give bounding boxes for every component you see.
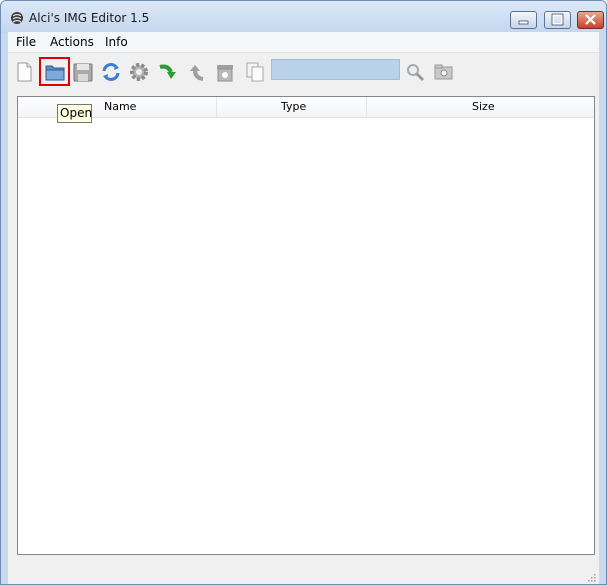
search-input[interactable]: [271, 59, 400, 80]
settings-icon: [130, 63, 148, 81]
minimize-button[interactable]: [510, 11, 537, 29]
maximize-icon: [551, 13, 564, 26]
window-title: Alci's IMG Editor 1.5: [29, 11, 150, 25]
settings-button[interactable]: [126, 59, 152, 85]
resize-grip-icon[interactable]: [586, 572, 596, 582]
column-size-label: Size: [472, 100, 495, 113]
column-name-label: Name: [104, 100, 137, 113]
save-button[interactable]: [70, 59, 96, 85]
minimize-icon: [518, 20, 529, 25]
column-type[interactable]: Type: [217, 97, 367, 117]
column-header: Name Type Size: [18, 97, 594, 118]
open-tooltip: Open: [57, 104, 92, 123]
delete-icon: [217, 65, 233, 82]
menu-file[interactable]: File: [16, 35, 36, 49]
delete-button[interactable]: [212, 59, 238, 85]
export-icon: [190, 65, 204, 81]
new-icon: [17, 62, 32, 82]
find-button[interactable]: [430, 59, 456, 85]
menu-bar: File Actions Info: [8, 32, 599, 53]
app-icon: [11, 12, 23, 24]
title-bar[interactable]: Alci's IMG Editor 1.5: [1, 1, 606, 33]
tooltip-text: Open: [60, 106, 93, 120]
open-icon: [45, 65, 65, 81]
column-name[interactable]: Name: [18, 97, 217, 117]
open-button[interactable]: [39, 57, 70, 86]
status-bar: [8, 561, 599, 584]
find-icon: [434, 64, 453, 80]
menu-actions[interactable]: Actions: [50, 35, 94, 49]
magnifier-icon: [407, 64, 425, 82]
toolbar: [8, 54, 599, 88]
column-type-label: Type: [281, 100, 307, 113]
column-size[interactable]: Size: [367, 97, 594, 117]
file-list[interactable]: Name Type Size: [17, 96, 595, 555]
save-icon: [73, 63, 93, 82]
export-button[interactable]: [182, 59, 208, 85]
menu-info[interactable]: Info: [105, 35, 128, 49]
import-icon: [159, 64, 176, 79]
import-button[interactable]: [154, 59, 180, 85]
new-button[interactable]: [11, 59, 37, 85]
copy-icon: [246, 62, 264, 82]
client-area: File Actions Info Name Type Size Open: [8, 32, 599, 584]
search-button[interactable]: [402, 59, 428, 85]
refresh-button[interactable]: [98, 59, 124, 85]
app-window: Alci's IMG Editor 1.5 File Actions Info: [0, 0, 607, 585]
close-icon: [585, 14, 596, 25]
maximize-button[interactable]: [544, 11, 571, 29]
copy-button[interactable]: [242, 59, 268, 85]
close-button[interactable]: [577, 11, 604, 29]
refresh-icon: [102, 63, 120, 81]
